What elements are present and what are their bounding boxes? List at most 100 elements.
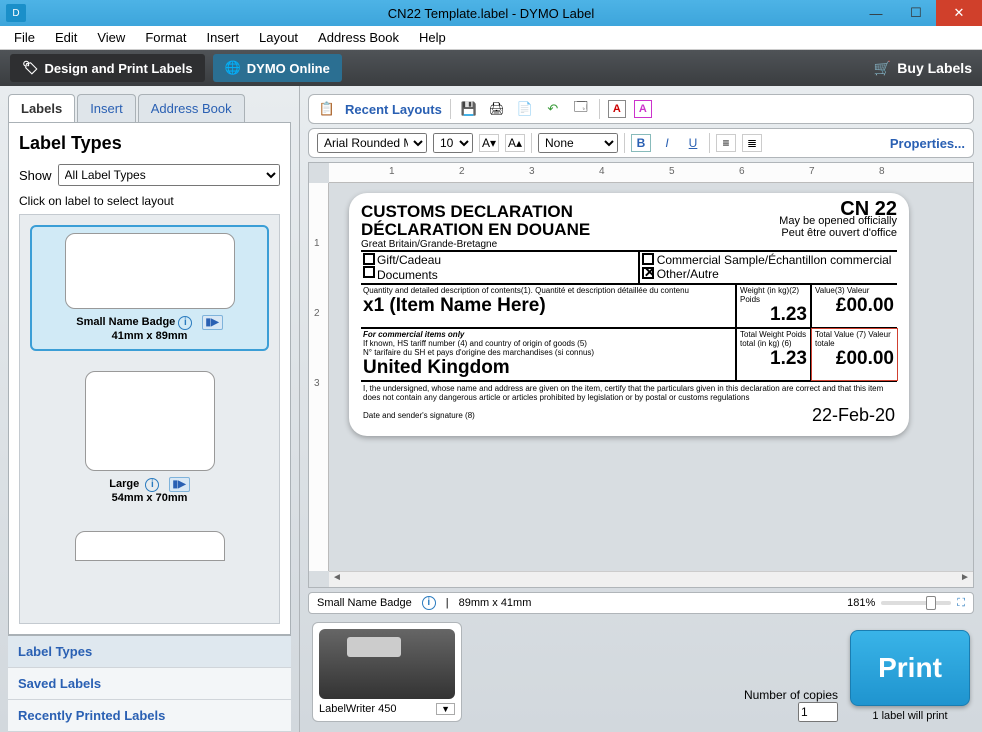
print-icon[interactable]: 🖨 xyxy=(487,99,507,119)
menu-edit[interactable]: Edit xyxy=(45,28,87,47)
undo-icon[interactable]: ↶ xyxy=(543,99,563,119)
recent-icon[interactable]: 📋 xyxy=(317,99,337,119)
country-sub: Great Britain/Grande-Bretagne xyxy=(361,239,590,250)
item-text[interactable]: x1 (Item Name Here) xyxy=(363,295,733,317)
object-icon[interactable]: 🗔 xyxy=(571,99,591,119)
toolbar: 📋 Recent Layouts 💾 🖨 📄 ↶ 🗔 A A xyxy=(308,94,974,124)
cn22-code: CN 22 xyxy=(779,203,897,215)
properties-link[interactable]: Properties... xyxy=(890,136,965,151)
globe-icon: 🌐 xyxy=(225,60,241,76)
scroll-right-icon[interactable]: ► xyxy=(957,572,973,587)
copies-label: Number of copies xyxy=(744,688,838,702)
layout-arrow-icon[interactable]: ▮▶ xyxy=(169,477,190,492)
label-card-partial[interactable] xyxy=(30,525,269,573)
close-button[interactable]: ✕ xyxy=(936,0,982,26)
show-label: Show xyxy=(19,168,52,183)
checkbox-documents[interactable] xyxy=(363,266,375,278)
customs-title-2: DÉCLARATION EN DOUANE xyxy=(361,221,590,239)
menubar: File Edit View Format Insert Layout Addr… xyxy=(0,26,982,50)
label-preview xyxy=(75,531,225,561)
status-label-size: 89mm x 41mm xyxy=(459,597,532,609)
window-title: CN22 Template.label - DYMO Label xyxy=(388,6,594,21)
align-left-icon[interactable]: ≡ xyxy=(716,134,736,152)
info-icon[interactable]: i xyxy=(422,596,436,610)
print-button[interactable]: Print xyxy=(850,630,970,706)
menu-view[interactable]: View xyxy=(87,28,135,47)
label-preview xyxy=(65,233,235,309)
link-recently-printed[interactable]: Recently Printed Labels xyxy=(8,700,291,732)
titlebar: D CN22 Template.label - DYMO Label — ☐ ✕ xyxy=(0,0,982,26)
printer-name: LabelWriter 450 xyxy=(319,703,436,715)
font-smaller-icon[interactable]: A▾ xyxy=(479,134,499,152)
info-icon[interactable]: i xyxy=(145,478,159,492)
ruler-horizontal: 12345678 xyxy=(329,163,973,183)
weight-value[interactable]: 1.23 xyxy=(740,304,807,326)
link-saved-labels[interactable]: Saved Labels xyxy=(8,668,291,700)
link-label-types[interactable]: Label Types xyxy=(8,636,291,668)
menu-file[interactable]: File xyxy=(4,28,45,47)
printer-image xyxy=(319,629,455,699)
text-color-icon[interactable]: A xyxy=(608,100,626,118)
zoom-fit-icon[interactable]: ⛶ xyxy=(957,597,965,610)
sidebar-heading: Label Types xyxy=(19,133,280,154)
underline-icon[interactable]: U xyxy=(683,134,703,152)
value-value[interactable]: £00.00 xyxy=(815,295,894,317)
canvas[interactable]: 12345678 123 CUSTOMS DECLARATION DÉCLARA… xyxy=(308,162,974,588)
size-select[interactable]: 10 xyxy=(433,133,473,153)
menu-help[interactable]: Help xyxy=(409,28,456,47)
zoom-value: 181% xyxy=(847,597,875,609)
date-text[interactable]: 22-Feb-20 xyxy=(812,405,895,426)
horizontal-scrollbar[interactable]: ◄ ► xyxy=(329,571,973,587)
print-area: LabelWriter 450 ▼ Number of copies Print… xyxy=(308,614,974,732)
maximize-button[interactable]: ☐ xyxy=(896,0,936,26)
origin-text[interactable]: United Kingdom xyxy=(363,357,733,379)
copies-area: Number of copies xyxy=(744,688,838,722)
hint-text: Click on label to select layout xyxy=(19,194,280,208)
zoom-slider[interactable] xyxy=(881,601,951,605)
sidebar: Labels Insert Address Book Label Types S… xyxy=(0,86,300,732)
checkbox-gift[interactable] xyxy=(363,253,375,265)
scroll-left-icon[interactable]: ◄ xyxy=(329,572,345,587)
nav-design[interactable]: 🏷 Design and Print Labels xyxy=(10,54,205,82)
printer-dropdown-icon[interactable]: ▼ xyxy=(436,703,455,715)
printer-box: LabelWriter 450 ▼ xyxy=(312,622,462,722)
align-center-icon[interactable]: ≣ xyxy=(742,134,762,152)
status-label-name: Small Name Badge xyxy=(317,597,412,609)
total-weight[interactable]: 1.23 xyxy=(740,348,807,370)
fill-color-icon[interactable]: A xyxy=(634,100,652,118)
navbar: 🏷 Design and Print Labels 🌐 DYMO Online … xyxy=(0,50,982,86)
show-select[interactable]: All Label Types xyxy=(58,164,280,186)
format-bar: Arial Rounded MT 10 A▾ A▴ None B I U ≡ ≣… xyxy=(308,128,974,158)
minimize-button[interactable]: — xyxy=(856,0,896,26)
checkbox-other[interactable] xyxy=(642,267,654,279)
nav-online[interactable]: 🌐 DYMO Online xyxy=(213,54,342,82)
font-select[interactable]: Arial Rounded MT xyxy=(317,133,427,153)
menu-layout[interactable]: Layout xyxy=(249,28,308,47)
recent-layouts[interactable]: Recent Layouts xyxy=(345,102,442,117)
menu-addressbook[interactable]: Address Book xyxy=(308,28,409,47)
label-card-small-name-badge[interactable]: Small Name Badge i ▮▶41mm x 89mm xyxy=(30,225,269,351)
bold-icon[interactable]: B xyxy=(631,134,651,152)
side-tab-labels[interactable]: Labels xyxy=(8,94,75,122)
label-icon: 🏷 xyxy=(22,60,39,76)
label-list[interactable]: Small Name Badge i ▮▶41mm x 89mm Large i… xyxy=(19,214,280,624)
label-card-large[interactable]: Large i ▮▶54mm x 70mm xyxy=(30,365,269,511)
workspace: 📋 Recent Layouts 💾 🖨 📄 ↶ 🗔 A A Arial Rou… xyxy=(300,86,982,732)
customs-title-1: CUSTOMS DECLARATION xyxy=(361,203,590,221)
paste-icon[interactable]: 📄 xyxy=(515,99,535,119)
info-icon[interactable]: i xyxy=(178,316,192,330)
italic-icon[interactable]: I xyxy=(657,134,677,152)
border-select[interactable]: None xyxy=(538,133,618,153)
buy-labels[interactable]: 🛒 Buy Labels xyxy=(874,60,972,77)
font-larger-icon[interactable]: A▴ xyxy=(505,134,525,152)
save-icon[interactable]: 💾 xyxy=(459,99,479,119)
sidebar-links: Label Types Saved Labels Recently Printe… xyxy=(8,635,291,732)
menu-insert[interactable]: Insert xyxy=(196,28,249,47)
total-value[interactable]: £00.00 xyxy=(815,348,894,370)
side-tab-insert[interactable]: Insert xyxy=(77,94,136,122)
label-document[interactable]: CUSTOMS DECLARATION DÉCLARATION EN DOUAN… xyxy=(349,193,909,436)
side-tab-addressbook[interactable]: Address Book xyxy=(138,94,245,122)
menu-format[interactable]: Format xyxy=(135,28,196,47)
layout-arrow-icon[interactable]: ▮▶ xyxy=(202,315,223,330)
copies-input[interactable] xyxy=(798,702,838,722)
